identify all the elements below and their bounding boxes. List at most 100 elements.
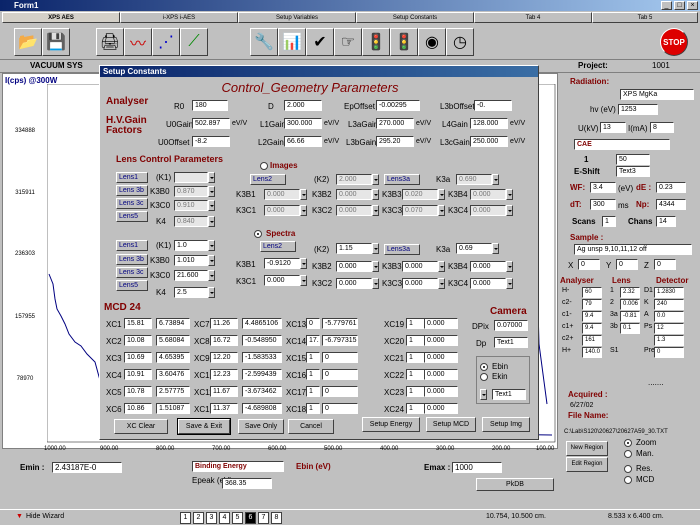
xc-y-field[interactable]: -5.779761 xyxy=(322,318,358,329)
wf-field[interactable]: 3.4 xyxy=(590,182,616,193)
spin-icon[interactable] xyxy=(438,278,445,289)
xc-x-field[interactable]: 11.37 xyxy=(210,403,238,414)
xc-x-field[interactable]: 10.69 xyxy=(124,352,152,363)
page-tab[interactable]: 3 xyxy=(206,512,217,524)
res-radio[interactable] xyxy=(624,465,632,473)
xc-y-field[interactable]: 4.4865106 xyxy=(242,318,282,329)
spin-icon[interactable] xyxy=(372,243,379,254)
page-tab[interactable]: 7 xyxy=(258,512,269,524)
setup-energy-button[interactable]: Setup Energy xyxy=(362,417,420,432)
param-field[interactable]: 79 xyxy=(582,299,602,310)
spc-k3b1-field[interactable]: -0.9120 xyxy=(264,258,300,269)
tab-xps-aes[interactable]: XPS AES xyxy=(2,12,120,23)
spin-icon[interactable] xyxy=(492,243,499,254)
xc-y-field[interactable]: -4.689808 xyxy=(242,403,282,414)
spc-k3c1-field[interactable]: 0.000 xyxy=(264,275,300,286)
stop-icon[interactable]: STOP xyxy=(660,28,688,56)
xc-y-field[interactable]: -0.548950 xyxy=(242,335,282,346)
lens5-box[interactable]: Lens5 xyxy=(116,280,148,291)
x-field[interactable]: 0 xyxy=(578,259,600,270)
img-k1-field[interactable] xyxy=(174,172,208,183)
minimize-button[interactable]: _ xyxy=(661,1,672,10)
xc-y-field[interactable]: 0.000 xyxy=(424,369,458,380)
lens3b-box[interactable]: Lens 3b xyxy=(116,254,148,265)
xc-x-field[interactable]: 0 xyxy=(306,318,320,329)
xc-x-field[interactable]: 17.04 xyxy=(306,335,320,346)
spin-icon[interactable] xyxy=(300,189,307,200)
np-field[interactable]: 4344 xyxy=(656,199,686,210)
xc-x-field[interactable]: 10.86 xyxy=(124,403,152,414)
xc-x-field[interactable]: 11.67 xyxy=(210,386,238,397)
lens3a-box[interactable]: Lens3a xyxy=(384,174,420,185)
lens2-box[interactable]: Lens2 xyxy=(260,241,296,252)
spc-k3a-field[interactable]: 0.69 xyxy=(456,243,492,254)
lens3c-box[interactable]: Lens 3c xyxy=(116,267,148,278)
xc-y-field[interactable]: 0 xyxy=(322,369,358,380)
l1gain-field[interactable]: 300.000 xyxy=(284,118,322,129)
page-tab[interactable]: 2 xyxy=(193,512,204,524)
lens1-box[interactable]: Lens1 xyxy=(116,240,148,251)
xc-x-field[interactable]: 1 xyxy=(406,318,426,329)
xc-x-field[interactable]: 10.91 xyxy=(124,369,152,380)
xc-y-field[interactable]: -6.797315 xyxy=(322,335,358,346)
spin-icon[interactable] xyxy=(438,189,445,200)
page-tab[interactable]: 8 xyxy=(271,512,282,524)
spin-icon[interactable] xyxy=(372,278,379,289)
page-tab[interactable]: 5 xyxy=(232,512,243,524)
open-folder-icon[interactable]: 📂 xyxy=(14,28,42,56)
l4gain-field[interactable]: 128.000 xyxy=(470,118,508,129)
img-k3b2-field[interactable]: 0.000 xyxy=(336,189,372,200)
param-field[interactable]: 1.3 xyxy=(654,335,684,346)
xc-y-field[interactable]: 0.000 xyxy=(424,386,458,397)
lens3c-box[interactable]: Lens 3c xyxy=(116,198,148,209)
chart-icon[interactable]: ⟋ xyxy=(180,28,208,56)
color-wheel-icon[interactable]: ◉ xyxy=(418,28,446,56)
tab-ixps-iaes[interactable]: i-XPS i-AES xyxy=(120,12,238,23)
y-field[interactable]: 0 xyxy=(616,259,638,270)
xc-y-field[interactable]: 0 xyxy=(322,352,358,363)
r0-field[interactable]: 180 xyxy=(192,100,228,111)
u-field[interactable]: 13 xyxy=(600,122,626,133)
xc-y-field[interactable]: -2.599439 xyxy=(242,369,282,380)
xc-x-field[interactable]: 15.81 xyxy=(124,318,152,329)
epeak-field[interactable]: 368.35 xyxy=(222,478,272,489)
spc-k3c2-field[interactable]: 0.000 xyxy=(336,278,372,289)
spc-k3c3-field[interactable]: 0.000 xyxy=(402,278,438,289)
sample-field[interactable]: Ag unsp 9,10,11,12 off xyxy=(574,244,692,255)
xc-x-field[interactable]: 1 xyxy=(406,386,426,397)
spc-k4-field[interactable]: 2.5 xyxy=(174,287,208,298)
img-k3c4-field[interactable]: 0.000 xyxy=(470,205,506,216)
spc-k3b2-field[interactable]: 0.000 xyxy=(336,261,372,272)
spc-k3b3-field[interactable]: 0.000 xyxy=(402,261,438,272)
spin-icon[interactable] xyxy=(480,389,487,400)
page-tab[interactable]: 6 xyxy=(245,512,256,524)
lens1-box[interactable]: Lens1 xyxy=(116,172,148,183)
img-k3c3-field[interactable]: 0.070 xyxy=(402,205,438,216)
dpix-field[interactable]: 0.07000 xyxy=(494,320,528,331)
xc-x-field[interactable]: 1 xyxy=(306,352,320,363)
spin-icon[interactable] xyxy=(208,287,215,298)
spin-icon[interactable] xyxy=(492,174,499,185)
param-field[interactable]: 12 xyxy=(654,323,684,334)
param-field[interactable]: 0.0 xyxy=(654,311,684,322)
param-field[interactable]: 240 xyxy=(654,299,684,310)
spin-icon[interactable] xyxy=(208,186,215,197)
spc-k3b4-field[interactable]: 0.000 xyxy=(470,261,506,272)
xc-x-field[interactable]: 1 xyxy=(406,403,426,414)
save-only-button[interactable]: Save Only xyxy=(238,419,284,434)
save-exit-button[interactable]: Save & Exit xyxy=(177,418,231,435)
spc-k2-field[interactable]: 1.15 xyxy=(336,243,372,254)
img-k2-field[interactable]: 2.000 xyxy=(336,174,372,185)
param-field[interactable]: 9.4 xyxy=(582,311,602,322)
spin-icon[interactable] xyxy=(300,258,307,269)
spin-icon[interactable] xyxy=(372,174,379,185)
cancel-button[interactable]: Cancel xyxy=(288,419,334,434)
de-field[interactable]: 0.23 xyxy=(656,182,686,193)
img-k4-field[interactable]: 0.840 xyxy=(174,216,208,227)
multi-spectrum-icon[interactable]: ⋰ xyxy=(152,28,180,56)
hide-wizard-button[interactable]: Hide Wizard xyxy=(26,513,64,520)
tab-setup-constants[interactable]: Setup Constants xyxy=(356,12,474,23)
spin-icon[interactable] xyxy=(506,189,513,200)
xc-y-field[interactable]: 0.000 xyxy=(424,335,458,346)
xc-y-field[interactable]: 6.73894 xyxy=(156,318,190,329)
